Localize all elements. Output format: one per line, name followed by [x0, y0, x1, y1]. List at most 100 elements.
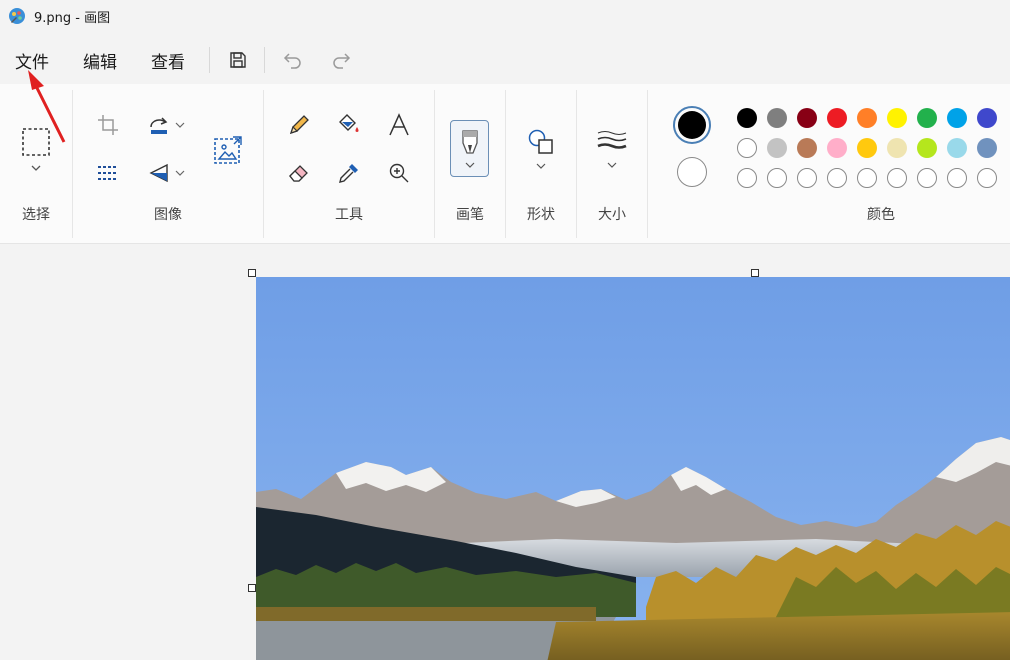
- pencil-icon: [289, 115, 309, 135]
- stroke-size-icon: [597, 131, 627, 149]
- color-swatch[interactable]: [857, 138, 877, 158]
- landscape-photo: [256, 277, 1010, 660]
- resize-icon: [98, 166, 118, 180]
- save-icon: [230, 52, 246, 68]
- color-swatch[interactable]: [977, 108, 997, 128]
- color-swatch[interactable]: [767, 138, 787, 158]
- custom-color-slot[interactable]: [797, 168, 817, 188]
- canvas-workspace[interactable]: [0, 245, 1010, 660]
- brushes-button[interactable]: [450, 120, 489, 177]
- canvas-image[interactable]: [256, 277, 1010, 660]
- secondary-color-swatch: [677, 157, 707, 187]
- color-swatch[interactable]: [887, 138, 907, 158]
- shapes-icon: [528, 129, 553, 154]
- color-swatch[interactable]: [947, 108, 967, 128]
- color-swatch[interactable]: [737, 108, 757, 128]
- chevron-down-icon: [175, 122, 185, 128]
- group-label-image: 图像: [154, 207, 182, 223]
- custom-color-slot[interactable]: [977, 168, 997, 188]
- text-icon: [389, 113, 409, 136]
- menu-view[interactable]: 查看: [137, 40, 199, 80]
- eraser-icon: [289, 165, 308, 182]
- color-swatch[interactable]: [977, 138, 997, 158]
- redo-button[interactable]: [323, 42, 359, 78]
- chevron-down-icon: [607, 162, 617, 168]
- brush-icon: [461, 129, 478, 154]
- shapes-button[interactable]: [522, 122, 560, 176]
- undo-icon: [283, 53, 301, 69]
- group-label-select: 选择: [22, 207, 50, 223]
- color-swatch[interactable]: [827, 108, 847, 128]
- group-label-tools: 工具: [335, 207, 363, 223]
- flip-icon: [149, 163, 168, 183]
- custom-color-slot[interactable]: [767, 168, 787, 188]
- group-colors: 颜色: [648, 84, 1010, 244]
- ribbon-toolbar: 选择 图像 工具 画笔 形状 大小 颜色: [0, 84, 1010, 244]
- fill-button[interactable]: [334, 110, 364, 140]
- custom-color-slot[interactable]: [947, 168, 967, 188]
- custom-color-slot[interactable]: [917, 168, 937, 188]
- text-button[interactable]: [384, 110, 414, 140]
- select-button[interactable]: [18, 120, 54, 180]
- title-bar: 9.png - 画图: [0, 0, 1010, 32]
- group-size: 大小: [577, 84, 647, 244]
- color-picker-button[interactable]: [334, 158, 364, 188]
- color-swatch[interactable]: [797, 108, 817, 128]
- rectangle-select-icon: [22, 128, 50, 156]
- group-tools: 工具: [264, 84, 434, 244]
- save-button[interactable]: [220, 42, 256, 78]
- custom-color-slot[interactable]: [857, 168, 877, 188]
- undo-button[interactable]: [275, 42, 311, 78]
- custom-color-slot[interactable]: [827, 168, 847, 188]
- color-swatch[interactable]: [767, 108, 787, 128]
- group-brushes: 画笔: [435, 84, 505, 244]
- eraser-button[interactable]: [284, 158, 314, 188]
- eyedropper-icon: [339, 164, 358, 183]
- redo-icon: [333, 53, 351, 69]
- color-swatch[interactable]: [737, 138, 757, 158]
- flip-button[interactable]: [143, 158, 189, 188]
- group-label-size: 大小: [598, 207, 626, 223]
- rotate-icon: [150, 117, 168, 134]
- group-image: 图像: [73, 84, 263, 244]
- menu-bar: 文件 编辑 查看: [0, 38, 1010, 82]
- group-label-brushes: 画笔: [456, 207, 484, 223]
- color-swatch[interactable]: [917, 138, 937, 158]
- image-select-button[interactable]: [209, 132, 247, 168]
- resize-button[interactable]: [93, 158, 123, 188]
- custom-color-slot[interactable]: [737, 168, 757, 188]
- chevron-down-icon: [31, 165, 41, 171]
- custom-color-slot[interactable]: [887, 168, 907, 188]
- chevron-down-icon: [175, 170, 185, 176]
- paint-app-icon: [9, 8, 25, 24]
- menu-separator-2: [264, 47, 265, 73]
- magnifier-button[interactable]: [384, 158, 414, 188]
- resize-handle-top-left[interactable]: [248, 269, 256, 277]
- resize-handle-top-middle[interactable]: [751, 269, 759, 277]
- color-swatch[interactable]: [947, 138, 967, 158]
- color-swatch[interactable]: [917, 108, 937, 128]
- rotate-button[interactable]: [143, 110, 189, 140]
- size-button[interactable]: [591, 122, 633, 176]
- crop-icon: [98, 115, 118, 135]
- color-swatch[interactable]: [797, 138, 817, 158]
- pencil-button[interactable]: [284, 110, 314, 140]
- zoom-in-icon: [389, 163, 409, 183]
- window-title: 9.png - 画图: [34, 10, 111, 26]
- primary-color-swatch: [678, 111, 706, 139]
- menu-edit[interactable]: 编辑: [69, 40, 131, 80]
- group-select: 选择: [0, 84, 72, 244]
- fill-bucket-icon: [339, 114, 359, 132]
- secondary-color-button[interactable]: [675, 155, 709, 189]
- chevron-down-icon: [465, 162, 474, 168]
- color-swatch[interactable]: [887, 108, 907, 128]
- menu-separator: [209, 47, 210, 73]
- group-label-colors: 颜色: [867, 207, 895, 223]
- menu-file[interactable]: 文件: [0, 40, 63, 80]
- resize-handle-middle-left[interactable]: [248, 584, 256, 592]
- primary-color-button[interactable]: [673, 106, 711, 144]
- color-swatch[interactable]: [857, 108, 877, 128]
- color-swatch[interactable]: [827, 138, 847, 158]
- group-shapes: 形状: [506, 84, 576, 244]
- crop-button[interactable]: [93, 110, 123, 140]
